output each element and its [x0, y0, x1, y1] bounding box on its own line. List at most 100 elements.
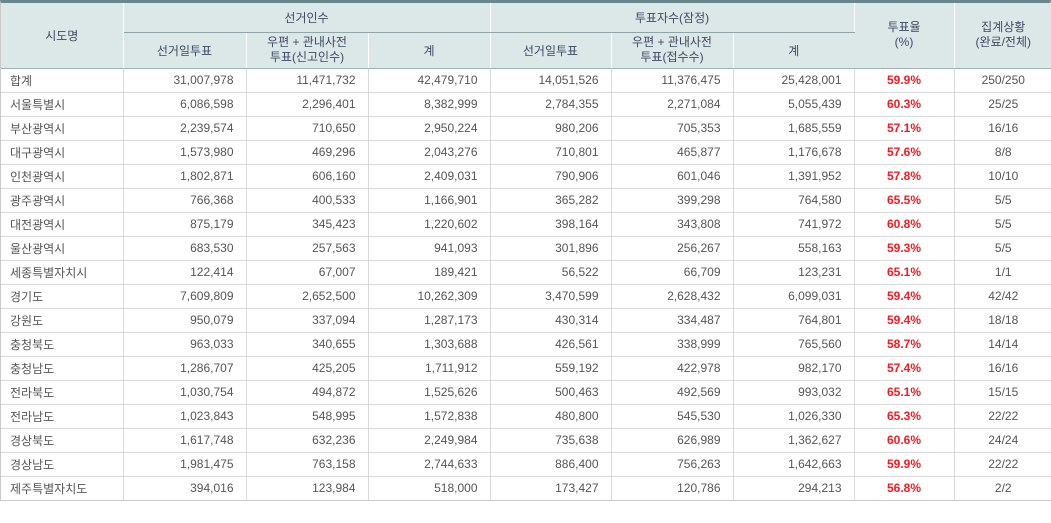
count-cell: 2,784,355	[490, 92, 611, 116]
count-cell: 1,030,754	[123, 380, 246, 404]
count-cell: 301,896	[490, 236, 611, 260]
count-cell: 1,981,475	[123, 452, 246, 476]
count-cell: 1,287,173	[368, 308, 490, 332]
count-cell: 1,525,626	[368, 380, 490, 404]
count-cell: 337,094	[246, 308, 368, 332]
count-cell: 257,563	[246, 236, 368, 260]
turnout-table-container: 시도명 선거인수 투표자수(잠정) 투표율 (%) 집계상황 (완료/전체) 선…	[0, 0, 1051, 501]
turnout-cell: 59.9%	[854, 452, 954, 476]
count-cell: 2,271,084	[611, 92, 733, 116]
count-cell: 683,530	[123, 236, 246, 260]
region-name-cell: 충청남도	[1, 356, 123, 380]
count-cell: 11,471,732	[246, 68, 368, 92]
count-cell: 338,999	[611, 332, 733, 356]
count-cell: 886,400	[490, 452, 611, 476]
count-cell: 480,800	[490, 404, 611, 428]
count-cell: 2,628,432	[611, 284, 733, 308]
header-group-row: 시도명 선거인수 투표자수(잠정) 투표율 (%) 집계상황 (완료/전체)	[1, 3, 1051, 32]
count-cell: 256,267	[611, 236, 733, 260]
turnout-cell: 65.5%	[854, 188, 954, 212]
count-cell: 465,877	[611, 140, 733, 164]
count-cell: 606,160	[246, 164, 368, 188]
turnout-cell: 65.1%	[854, 260, 954, 284]
table-row: 제주특별자치도394,016123,984518,000173,427120,7…	[1, 476, 1051, 500]
count-cell: 66,709	[611, 260, 733, 284]
count-cell: 14,051,526	[490, 68, 611, 92]
count-cell: 1,023,843	[123, 404, 246, 428]
col-header-electors-total: 계	[368, 32, 490, 68]
count-cell: 632,236	[246, 428, 368, 452]
count-cell: 790,906	[490, 164, 611, 188]
count-cell: 963,033	[123, 332, 246, 356]
col-header-sido: 시도명	[1, 3, 123, 68]
table-row: 전라남도1,023,843548,9951,572,838480,800545,…	[1, 404, 1051, 428]
status-cell: 22/22	[954, 404, 1051, 428]
region-name-cell: 경기도	[1, 284, 123, 308]
status-cell: 22/22	[954, 452, 1051, 476]
status-cell: 5/5	[954, 236, 1051, 260]
turnout-cell: 60.8%	[854, 212, 954, 236]
count-cell: 1,220,602	[368, 212, 490, 236]
table-row: 합계31,007,97811,471,73242,479,71014,051,5…	[1, 68, 1051, 92]
status-cell: 16/16	[954, 356, 1051, 380]
turnout-cell: 65.3%	[854, 404, 954, 428]
count-cell: 548,995	[246, 404, 368, 428]
count-cell: 67,007	[246, 260, 368, 284]
count-cell: 6,099,031	[733, 284, 854, 308]
status-cell: 25/25	[954, 92, 1051, 116]
count-cell: 1,685,559	[733, 116, 854, 140]
count-cell: 2,043,276	[368, 140, 490, 164]
count-cell: 950,079	[123, 308, 246, 332]
turnout-cell: 65.1%	[854, 380, 954, 404]
count-cell: 123,984	[246, 476, 368, 500]
region-name-cell: 경상남도	[1, 452, 123, 476]
count-cell: 425,205	[246, 356, 368, 380]
count-cell: 710,801	[490, 140, 611, 164]
count-cell: 1,026,330	[733, 404, 854, 428]
table-row: 울산광역시683,530257,563941,093301,896256,267…	[1, 236, 1051, 260]
count-cell: 545,530	[611, 404, 733, 428]
count-cell: 1,572,838	[368, 404, 490, 428]
count-cell: 430,314	[490, 308, 611, 332]
table-row: 인천광역시1,802,871606,1602,409,031790,906601…	[1, 164, 1051, 188]
table-row: 대전광역시875,179345,4231,220,602398,164343,8…	[1, 212, 1051, 236]
col-header-turnout: 투표율 (%)	[854, 3, 954, 68]
turnout-cell: 57.6%	[854, 140, 954, 164]
count-cell: 1,802,871	[123, 164, 246, 188]
count-cell: 494,872	[246, 380, 368, 404]
status-cell: 1/1	[954, 260, 1051, 284]
turnout-cell: 59.9%	[854, 68, 954, 92]
count-cell: 365,282	[490, 188, 611, 212]
col-header-electors-election-day: 선거일투표	[123, 32, 246, 68]
count-cell: 189,421	[368, 260, 490, 284]
count-cell: 1,286,707	[123, 356, 246, 380]
table-row: 광주광역시766,368400,5331,166,901365,282399,2…	[1, 188, 1051, 212]
table-row: 경기도7,609,8092,652,50010,262,3093,470,599…	[1, 284, 1051, 308]
table-row: 전라북도1,030,754494,8721,525,626500,463492,…	[1, 380, 1051, 404]
count-cell: 120,786	[611, 476, 733, 500]
table-row: 세종특별자치시122,41467,007189,42156,52266,7091…	[1, 260, 1051, 284]
count-cell: 469,296	[246, 140, 368, 164]
count-cell: 1,642,663	[733, 452, 854, 476]
count-cell: 5,055,439	[733, 92, 854, 116]
count-cell: 399,298	[611, 188, 733, 212]
count-cell: 500,463	[490, 380, 611, 404]
region-name-cell: 부산광역시	[1, 116, 123, 140]
count-cell: 122,414	[123, 260, 246, 284]
count-cell: 10,262,309	[368, 284, 490, 308]
count-cell: 2,296,401	[246, 92, 368, 116]
table-row: 충청북도963,033340,6551,303,688426,561338,99…	[1, 332, 1051, 356]
count-cell: 626,989	[611, 428, 733, 452]
count-cell: 2,652,500	[246, 284, 368, 308]
count-cell: 6,086,598	[123, 92, 246, 116]
col-group-electors: 선거인수	[123, 3, 490, 32]
count-cell: 8,382,999	[368, 92, 490, 116]
count-cell: 422,978	[611, 356, 733, 380]
count-cell: 56,522	[490, 260, 611, 284]
turnout-cell: 59.4%	[854, 308, 954, 332]
count-cell: 766,368	[123, 188, 246, 212]
count-cell: 1,166,901	[368, 188, 490, 212]
turnout-cell: 59.3%	[854, 236, 954, 260]
election-turnout-table: 시도명 선거인수 투표자수(잠정) 투표율 (%) 집계상황 (완료/전체) 선…	[1, 3, 1051, 500]
count-cell: 398,164	[490, 212, 611, 236]
